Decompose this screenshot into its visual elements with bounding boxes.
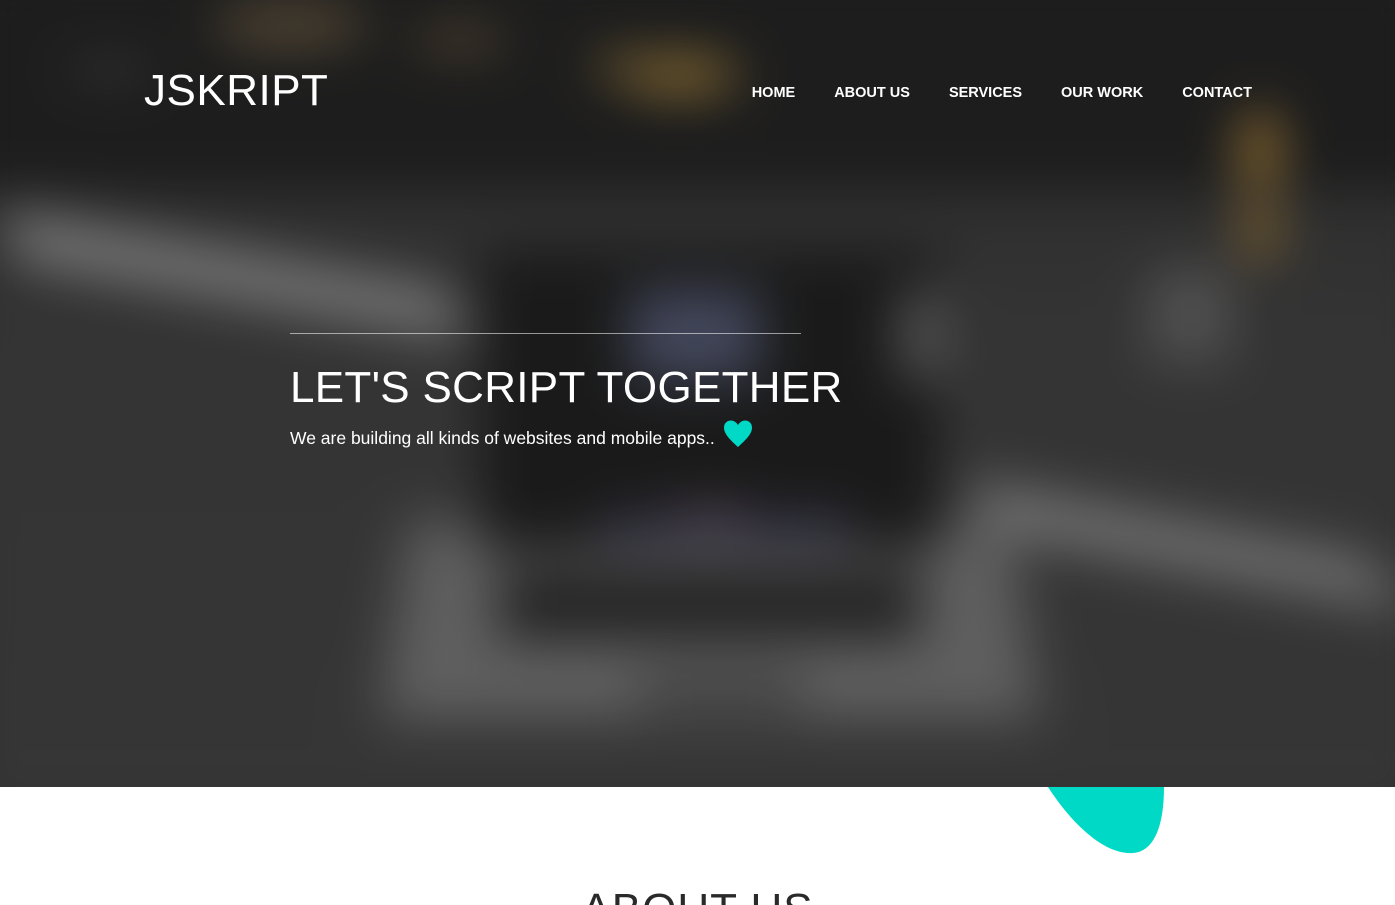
about-heading: ABOUT US: [0, 884, 1395, 905]
site-logo[interactable]: JSKRIPT: [144, 66, 328, 116]
hero-divider: [290, 333, 801, 334]
hero-section: JSKRIPT HOME ABOUT US SERVICES OUR WORK …: [0, 0, 1395, 787]
page: JSKRIPT HOME ABOUT US SERVICES OUR WORK …: [0, 0, 1395, 905]
nav-item-about-us[interactable]: ABOUT US: [834, 84, 910, 102]
nav-item-contact[interactable]: CONTACT: [1182, 84, 1252, 102]
heart-icon: [723, 419, 753, 449]
decorative-blob: [1048, 787, 1164, 854]
nav-item-services[interactable]: SERVICES: [949, 84, 1022, 102]
hero-title: LET'S SCRIPT TOGETHER: [290, 363, 843, 412]
nav-item-home[interactable]: HOME: [752, 84, 796, 102]
hero-subtitle-text: We are building all kinds of websites an…: [290, 428, 715, 448]
nav-item-our-work[interactable]: OUR WORK: [1061, 84, 1143, 102]
main-nav: HOME ABOUT US SERVICES OUR WORK CONTACT: [752, 84, 1252, 102]
hero-subtitle: We are building all kinds of websites an…: [290, 420, 753, 453]
